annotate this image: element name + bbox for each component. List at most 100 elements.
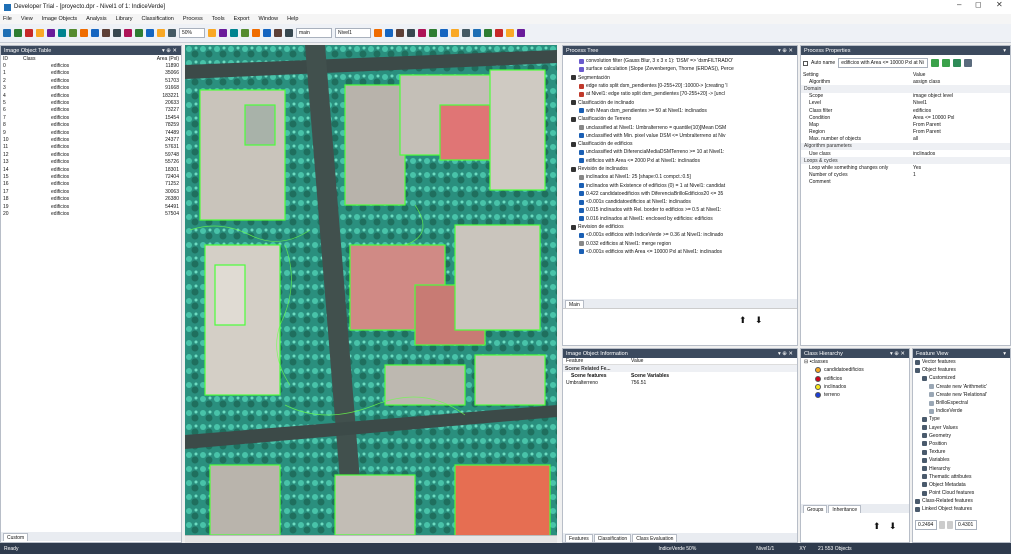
feature-tree-item[interactable]: Position (913, 440, 1010, 448)
toolbar-icon[interactable] (69, 29, 77, 37)
property-row[interactable]: Level Nivel1 (801, 100, 1010, 107)
property-row[interactable]: Class filter edificios (801, 107, 1010, 114)
process-tree-item[interactable]: <0.001s edificios with IndiceVerde >= 0.… (563, 231, 797, 239)
toolbar-icon[interactable] (25, 29, 33, 37)
autoname-input[interactable]: edificios with Area <= 10000 Pxl at Ni (838, 58, 929, 68)
process-tree-item[interactable]: Clasificación de Terreno (563, 115, 797, 123)
feature-tree-item[interactable]: Point Cloud features (913, 489, 1010, 497)
feature-tree-item[interactable]: Layer Values (913, 424, 1010, 432)
toolbar-icon[interactable] (374, 29, 382, 37)
tab-custom[interactable]: Custom (3, 532, 29, 541)
feature-tree-item[interactable]: Create new 'Relational' (913, 391, 1010, 399)
tab-features[interactable]: Features (565, 533, 593, 542)
table-row[interactable]: 11 edificios 57631 (1, 144, 181, 151)
expand-icon[interactable]: ⊟ • (804, 359, 811, 365)
class-item[interactable]: inclinados (801, 383, 909, 391)
class-item[interactable]: terreno (801, 391, 909, 399)
property-row[interactable]: Map From Parent (801, 121, 1010, 128)
move-up-button[interactable]: ⬆ (873, 521, 881, 532)
menu-process[interactable]: Process (183, 16, 203, 22)
run-icon[interactable] (953, 59, 962, 67)
tab-class-evaluation[interactable]: Class Evaluation (632, 533, 678, 542)
table-row[interactable]: 16 edificios 71252 (1, 181, 181, 188)
toolbar-icon[interactable] (252, 29, 260, 37)
tab-groups[interactable]: Groups (803, 504, 828, 513)
toolbar-icon[interactable] (396, 29, 404, 37)
table-row[interactable]: 13 edificios 55726 (1, 158, 181, 165)
table-row[interactable]: 20 edificios 57504 (1, 210, 181, 217)
menu-file[interactable]: File (3, 16, 12, 22)
process-tree-item[interactable]: 0.422 candidatoedificios with Diferencia… (563, 190, 797, 198)
class-item[interactable]: edificios (801, 375, 909, 383)
toolbar-icon[interactable] (91, 29, 99, 37)
feature-tree-item[interactable]: Create new 'Arithmetic' (913, 383, 1010, 391)
property-row[interactable]: Loop while something changes only Yes (801, 164, 1010, 171)
process-tree-item[interactable]: Clasificación de edificios (563, 140, 797, 148)
level-select[interactable]: Nivel1 (335, 28, 371, 38)
toolbar-icon[interactable] (102, 29, 110, 37)
process-tree-item[interactable]: unclassified at Nivel1: Umbralterreno = … (563, 123, 797, 131)
menu-tools[interactable]: Tools (212, 16, 225, 22)
toolbar-icon[interactable] (263, 29, 271, 37)
tab-classification[interactable]: Classification (593, 533, 632, 542)
toolbar-icon[interactable] (14, 29, 22, 37)
table-row[interactable]: 12 edificios 59748 (1, 151, 181, 158)
property-row[interactable]: Comment (801, 179, 1010, 186)
table-row[interactable]: 10 edificios 24377 (1, 136, 181, 143)
toolbar-icon[interactable] (274, 29, 282, 37)
toolbar-icon[interactable] (80, 29, 88, 37)
menu-view[interactable]: View (21, 16, 33, 22)
minimize-button[interactable]: – (957, 0, 961, 9)
property-row[interactable]: Max. number of objects all (801, 136, 1010, 143)
toolbar-icon[interactable] (168, 29, 176, 37)
property-row[interactable]: Algorithm assign class (801, 78, 1010, 85)
table-row[interactable]: 7 edificios 15454 (1, 114, 181, 121)
table-row[interactable]: 9 edificios 74489 (1, 129, 181, 136)
process-tree-item[interactable]: edge ratio split dsm_pendientes [0-255+2… (563, 82, 797, 90)
feature-tree-item[interactable]: Vector features (913, 358, 1010, 366)
menu-image-objects[interactable]: Image Objects (42, 16, 77, 22)
process-tree-item[interactable]: 0.016 inclinados at Nivel1: enclosed by … (563, 215, 797, 223)
column-header[interactable]: ID (1, 55, 21, 62)
property-row[interactable]: Region From Parent (801, 129, 1010, 136)
panel-controls-icon[interactable]: ▾ ⊕ ✕ (162, 48, 177, 54)
toolbar-icon[interactable] (36, 29, 44, 37)
map-horizontal-scrollbar[interactable] (185, 535, 557, 543)
feature-tree-item[interactable]: Texture (913, 448, 1010, 456)
property-row[interactable]: Scope image object level (801, 93, 1010, 100)
column-header[interactable]: Area (Pxl) (126, 55, 181, 62)
toolbar-icon[interactable] (208, 29, 216, 37)
table-row[interactable]: 5 edificios 20633 (1, 99, 181, 106)
move-down-button[interactable]: ⬇ (755, 315, 763, 326)
spin-down-icon[interactable] (947, 521, 953, 529)
range-max-input[interactable]: 0.4301 (955, 520, 977, 530)
process-tree-item[interactable]: <0.001s candidatoedificios at Nivel1: in… (563, 198, 797, 206)
table-row[interactable]: 15 edificios 72404 (1, 173, 181, 180)
toolbar-icon[interactable] (58, 29, 66, 37)
table-row[interactable]: 4 edificios 183221 (1, 92, 181, 99)
toolbar-icon[interactable] (506, 29, 514, 37)
column-header[interactable]: Class (21, 55, 126, 62)
info-group-row[interactable]: Scene Related Fe... (563, 365, 797, 373)
process-tree-item[interactable]: unclassified with DiferenciaMediaDSMTerr… (563, 148, 797, 156)
panel-controls-icon[interactable]: ▾ (1003, 351, 1006, 357)
maximize-button[interactable]: ◻ (975, 0, 982, 9)
move-down-button[interactable]: ⬇ (889, 521, 897, 532)
toolbar-icon[interactable] (385, 29, 393, 37)
class-item[interactable]: candidatoedificios (801, 366, 909, 374)
spin-up-icon[interactable] (939, 521, 945, 529)
toolbar-icon[interactable] (451, 29, 459, 37)
process-tree-item[interactable]: Revision de edificios (563, 223, 797, 231)
table-row[interactable]: 6 edificios 73227 (1, 107, 181, 114)
table-row[interactable]: 0 edificios 11890 (1, 62, 181, 69)
toolbar-icon[interactable] (517, 29, 525, 37)
feature-tree-item[interactable]: BrilloEspectral (913, 399, 1010, 407)
property-section[interactable]: Domain (801, 85, 1010, 93)
property-row[interactable]: Number of cycles 1 (801, 172, 1010, 179)
process-tree-item[interactable]: Clasificación de inclinado (563, 98, 797, 106)
feature-tree-item[interactable]: Object features (913, 366, 1010, 374)
feature-tree-item[interactable]: IndiceVerde (913, 407, 1010, 415)
feature-tree-item[interactable]: Thematic attributes (913, 473, 1010, 481)
feature-tree-item[interactable]: Object Metadata (913, 481, 1010, 489)
table-row[interactable]: 18 edificios 26380 (1, 195, 181, 202)
